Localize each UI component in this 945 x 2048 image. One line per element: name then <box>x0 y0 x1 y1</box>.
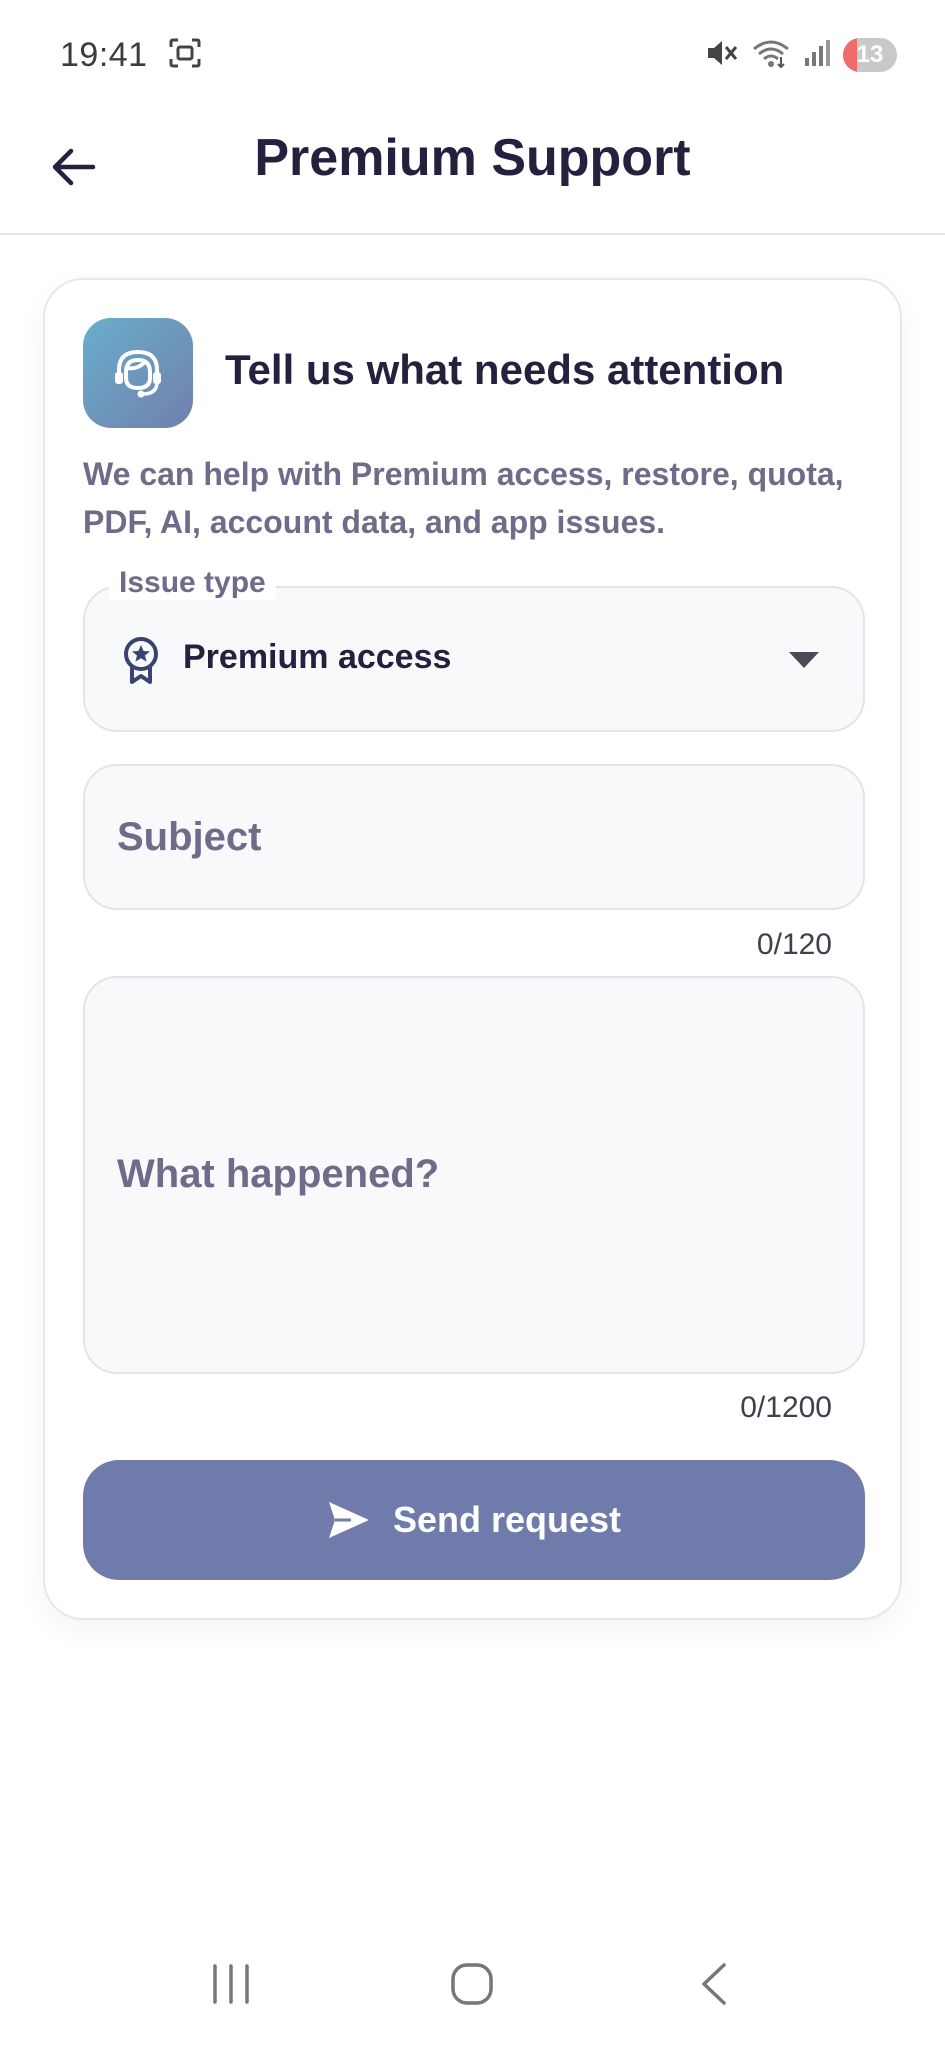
page-title: Premium Support <box>254 129 691 187</box>
description-char-counter: 0/1200 <box>740 1391 832 1424</box>
issue-type-value: Premium access <box>183 638 452 676</box>
subject-char-counter: 0/120 <box>756 928 832 961</box>
back-icon <box>702 1963 726 2005</box>
home-icon <box>451 1963 494 2005</box>
mute-icon <box>705 37 739 74</box>
award-badge-icon <box>117 634 165 686</box>
send-icon <box>328 1502 369 1538</box>
description-field-container <box>83 976 865 1374</box>
status-time: 19:41 <box>60 35 148 74</box>
screen: 19:41 13 Premium Support Tell us what ne… <box>0 0 945 2048</box>
description-input[interactable] <box>85 978 863 1372</box>
recent-apps-button[interactable] <box>191 1944 271 2024</box>
app-bar: Premium Support <box>0 110 945 235</box>
card-description: We can help with Premium access, restore… <box>83 456 844 540</box>
issue-type-label: Issue type <box>109 566 276 600</box>
battery-percentage: 13 <box>856 41 884 68</box>
status-right: 13 <box>705 37 897 74</box>
screenshot-icon <box>168 37 202 74</box>
battery-icon: 13 <box>843 38 897 72</box>
signal-icon <box>803 38 831 73</box>
system-nav-bar <box>0 1920 945 2048</box>
card-title: Tell us what needs attention <box>225 346 785 393</box>
status-left: 19:41 <box>60 36 202 75</box>
recent-apps-icon <box>213 1964 249 2004</box>
subject-input[interactable] <box>85 766 863 908</box>
send-request-label: Send request <box>392 1499 622 1540</box>
send-request-button[interactable]: Send request <box>83 1460 865 1580</box>
status-bar: 19:41 13 <box>0 0 945 110</box>
home-button[interactable] <box>432 1944 512 2024</box>
issue-type-select[interactable]: Issue type Premium access <box>83 566 865 732</box>
subject-field-container <box>83 764 865 910</box>
wifi-icon <box>751 37 791 74</box>
system-back-button[interactable] <box>674 1944 754 2024</box>
support-card: Tell us what needs attention We can help… <box>43 278 902 1620</box>
headset-support-icon <box>83 318 193 428</box>
battery-level <box>843 38 857 72</box>
chevron-down-icon <box>789 652 819 668</box>
